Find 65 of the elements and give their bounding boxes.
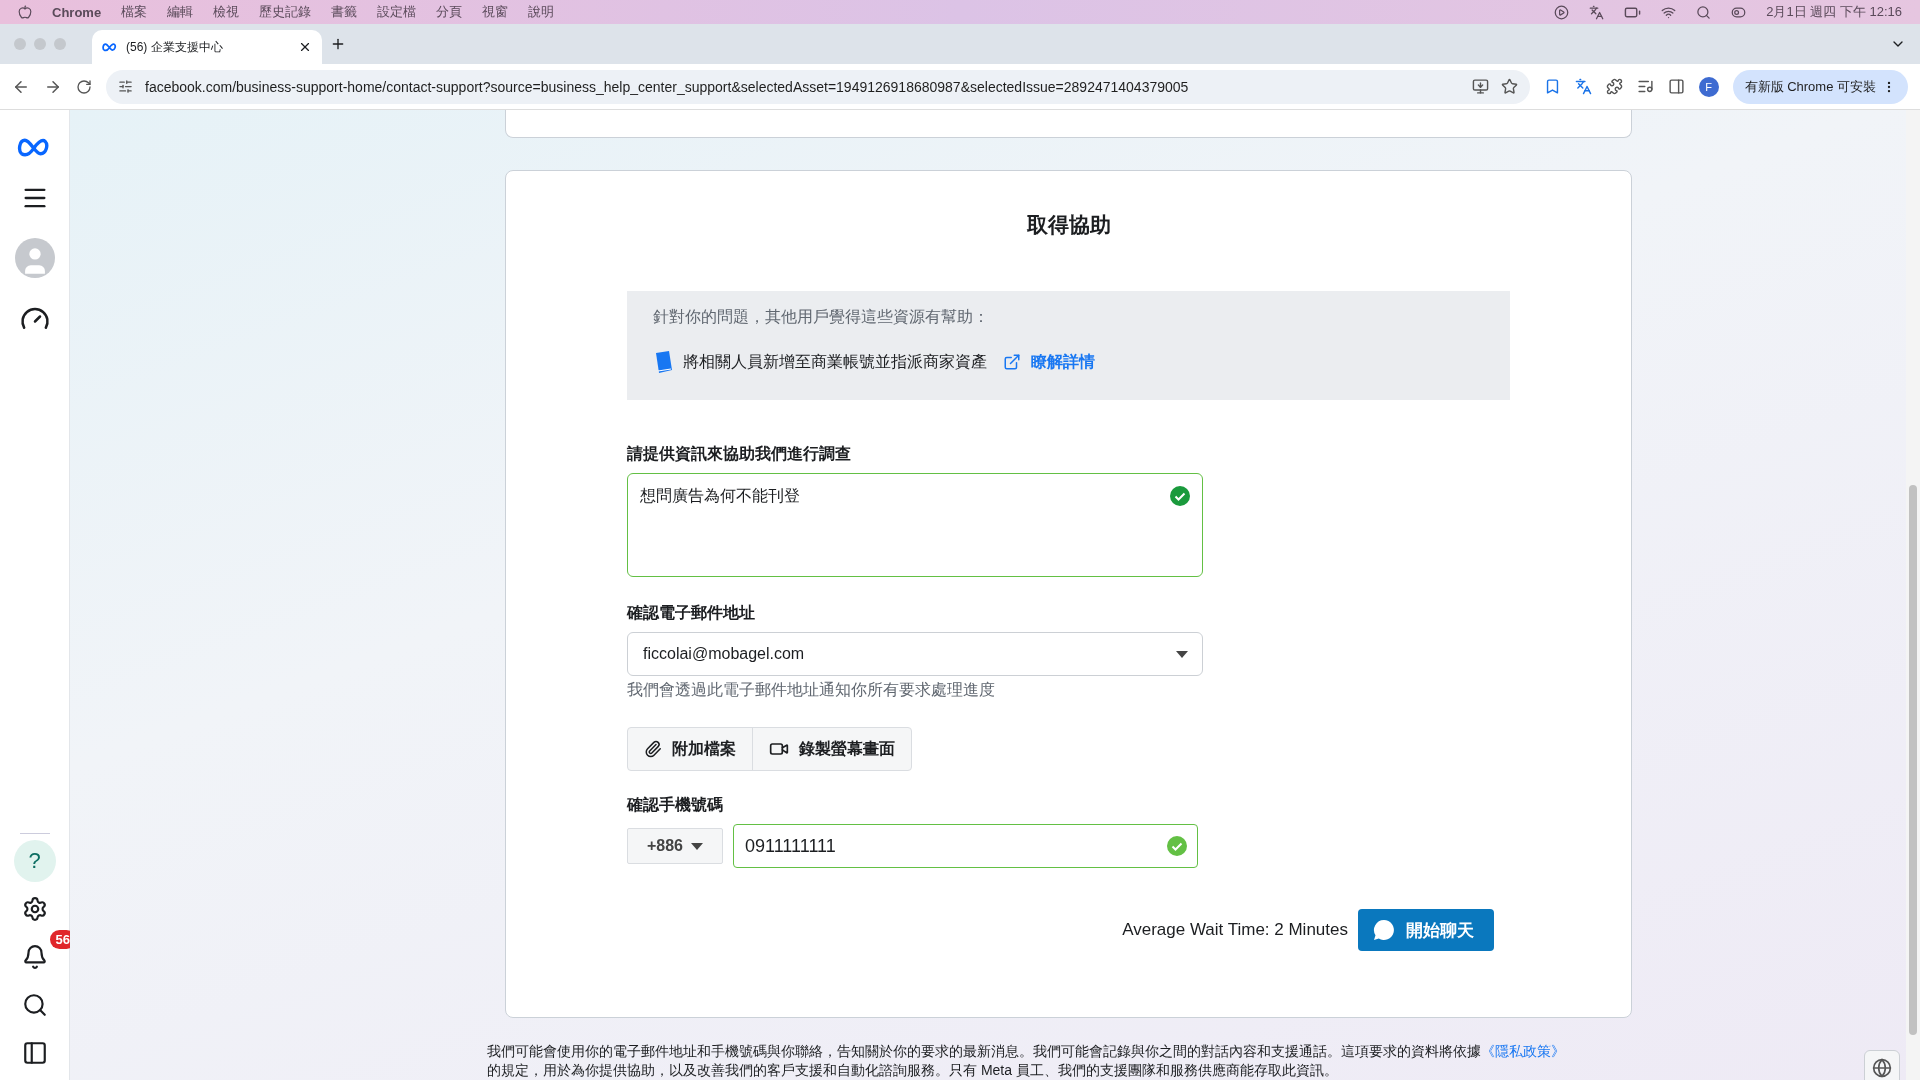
language-button[interactable]: [1864, 1050, 1900, 1080]
play-icon[interactable]: [1554, 4, 1570, 20]
menu-item[interactable]: 檢視: [213, 3, 240, 21]
update-button[interactable]: 有新版 Chrome 可安裝: [1732, 69, 1908, 104]
browser-tab[interactable]: (56) 企業支援中心: [92, 30, 322, 64]
bookmark-star-icon[interactable]: [1500, 78, 1518, 95]
wait-time-text: Average Wait Time: 2 Minutes: [1122, 920, 1348, 940]
reload-icon[interactable]: [76, 78, 92, 95]
side-panel-icon[interactable]: [1667, 78, 1685, 95]
menu-item[interactable]: 視窗: [482, 3, 509, 21]
app-menu[interactable]: Chrome: [52, 4, 102, 20]
menu-clock[interactable]: 2月1日 週四 下午 12:16: [1766, 3, 1902, 21]
menu-item[interactable]: 編輯: [167, 3, 194, 21]
resources-intro: 針對你的問題，其他用戶覺得這些資源有幫助：: [653, 307, 990, 327]
close-icon[interactable]: [298, 40, 312, 54]
menu-item[interactable]: 歷史記錄: [259, 3, 312, 21]
start-chat-button[interactable]: 開始聊天: [1358, 909, 1494, 951]
learn-more-link[interactable]: 瞭解詳情: [1031, 351, 1095, 373]
globe-icon: [1872, 1058, 1892, 1078]
field-label: 確認電子郵件地址: [627, 603, 756, 623]
wifi-icon[interactable]: [1661, 4, 1677, 20]
settings-icon: [21, 896, 48, 922]
menu-item[interactable]: 說明: [528, 3, 555, 21]
new-tab-icon[interactable]: [330, 36, 346, 52]
menu-item[interactable]: 分頁: [436, 3, 463, 21]
attach-file-button[interactable]: 附加檔案: [628, 728, 753, 770]
book-icon: [653, 350, 673, 374]
search-icon: [21, 992, 48, 1018]
chat-bubble-icon: [1372, 918, 1396, 942]
email-select[interactable]: ficcolai@mobagel.com: [627, 632, 1203, 676]
help-button[interactable]: ?: [13, 840, 56, 882]
menu-item[interactable]: 書籤: [331, 3, 358, 21]
translate-icon[interactable]: [1574, 78, 1592, 95]
paperclip-icon: [644, 740, 662, 758]
resource-title: 將相關人員新增至商業帳號並指派商家資產: [683, 351, 987, 372]
check-icon: [1170, 486, 1190, 506]
profile-avatar[interactable]: F: [1698, 76, 1719, 97]
meta-logo-icon: [102, 42, 118, 52]
check-icon: [1167, 836, 1187, 856]
panel-icon: [21, 1040, 48, 1066]
phone-field[interactable]: 0911111111: [733, 824, 1198, 868]
menu-item[interactable]: 設定檔: [377, 3, 417, 21]
email-help-text: 我們會透過此電子郵件地址通知你所有要求處理進度: [627, 680, 996, 700]
description-field[interactable]: 想問廣告為何不能刊登: [627, 473, 1203, 577]
card-title: 取得協助: [1025, 212, 1112, 238]
menu-item[interactable]: 檔案: [121, 3, 148, 21]
media-icon[interactable]: [1636, 78, 1654, 95]
field-label: 請提供資訊來協助我們進行調查: [627, 444, 852, 464]
puzzle-icon[interactable]: [1605, 78, 1623, 95]
external-link-icon: [1003, 353, 1021, 371]
site-info-icon[interactable]: [118, 79, 133, 94]
dropdown-caret-icon: [1176, 650, 1188, 658]
bell-icon: [21, 944, 48, 970]
record-screen-button[interactable]: 錄製螢幕畫面: [753, 728, 911, 770]
scrollbar[interactable]: [1906, 110, 1920, 1080]
apple-logo-icon[interactable]: [18, 5, 32, 19]
search-icon[interactable]: [1696, 4, 1712, 20]
country-code-select[interactable]: +886: [627, 828, 723, 864]
privacy-policy-link[interactable]: 《隱私政策》: [1481, 1043, 1565, 1059]
input-source-icon[interactable]: [1589, 4, 1605, 20]
dropdown-caret-icon: [691, 842, 703, 850]
field-label: 確認手機號碼: [627, 795, 724, 815]
privacy-notice: 我們可能會使用你的電子郵件地址和手機號碼與你聯絡，告知關於你的要求的最新消息。我們可能會記錄與你之間的對話內容和支援通話。這項要求的資料將依據《隱私政策》 的規定，用於為你提供協助，以及改善我們的客戶支援和自動化諮詢服務。只有 Meta 員工、我們的支援團隊和服務供應商能存取此資訊。: [487, 1042, 1566, 1080]
address-bar[interactable]: facebook.com/business-support-home/contact-support?source=business_help_center_support&selectedAsset=1949126918680987&selectedIssue=2892471404379005: [106, 69, 1530, 104]
install-icon[interactable]: [1471, 78, 1489, 95]
